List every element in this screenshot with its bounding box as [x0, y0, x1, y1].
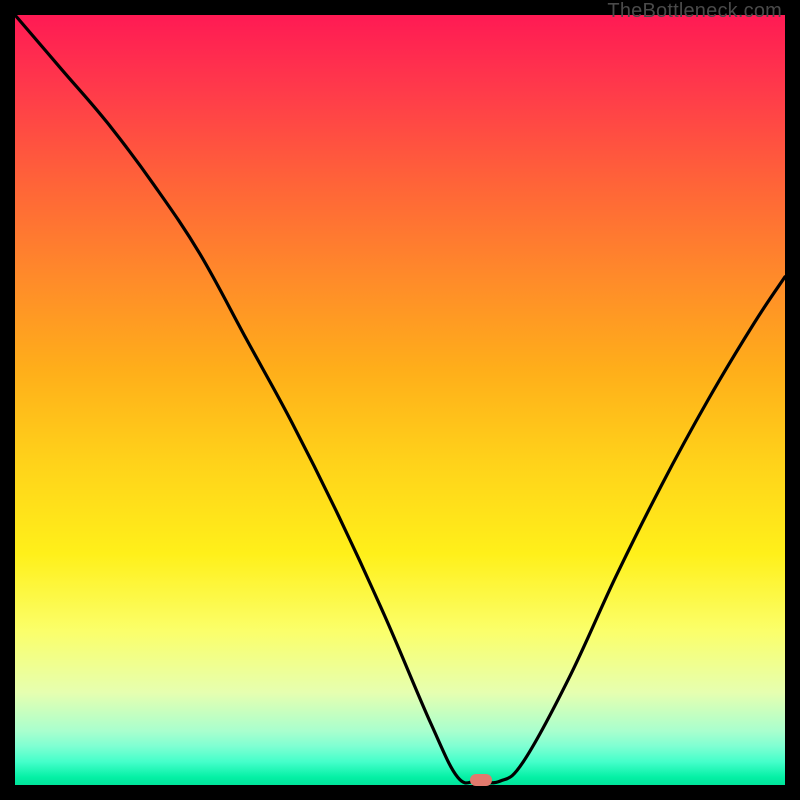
watermark-label: TheBottleneck.com — [607, 0, 782, 23]
bottleneck-curve — [15, 15, 785, 785]
chart-frame: TheBottleneck.com — [0, 0, 800, 800]
plot-area — [15, 15, 785, 785]
optimal-marker — [470, 774, 492, 786]
